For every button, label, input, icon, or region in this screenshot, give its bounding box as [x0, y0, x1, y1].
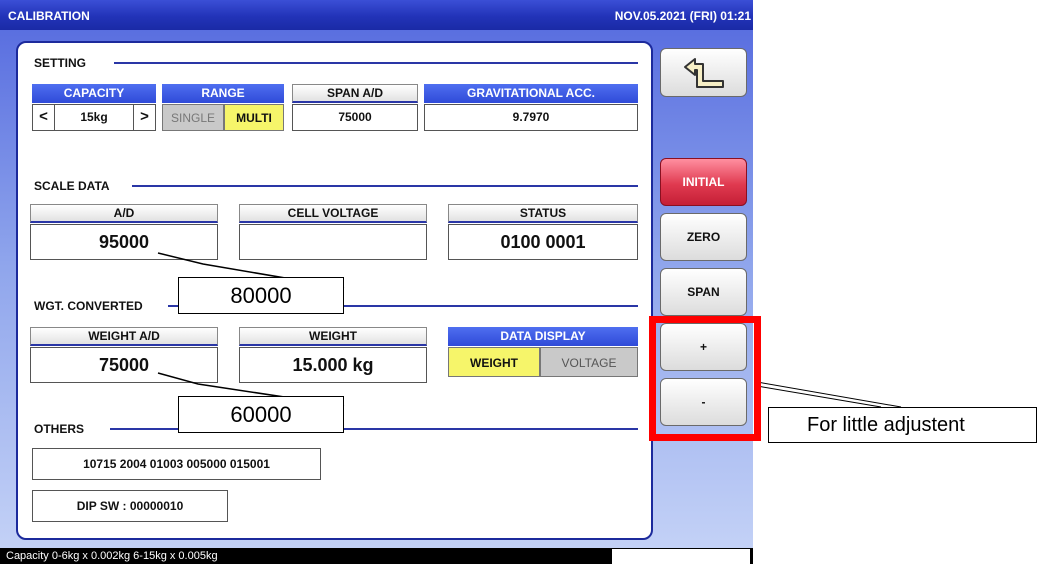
- callout-ad-annotation: 80000: [178, 277, 344, 314]
- adjustment-note: For little adjustent: [768, 407, 1037, 443]
- highlight-box: [649, 316, 761, 441]
- note-pointer-bottom: [756, 385, 882, 408]
- callout-weight-ad-annotation: 60000: [178, 396, 344, 433]
- annotation-lines: [157, 252, 902, 408]
- note-pointer-top: [756, 381, 902, 408]
